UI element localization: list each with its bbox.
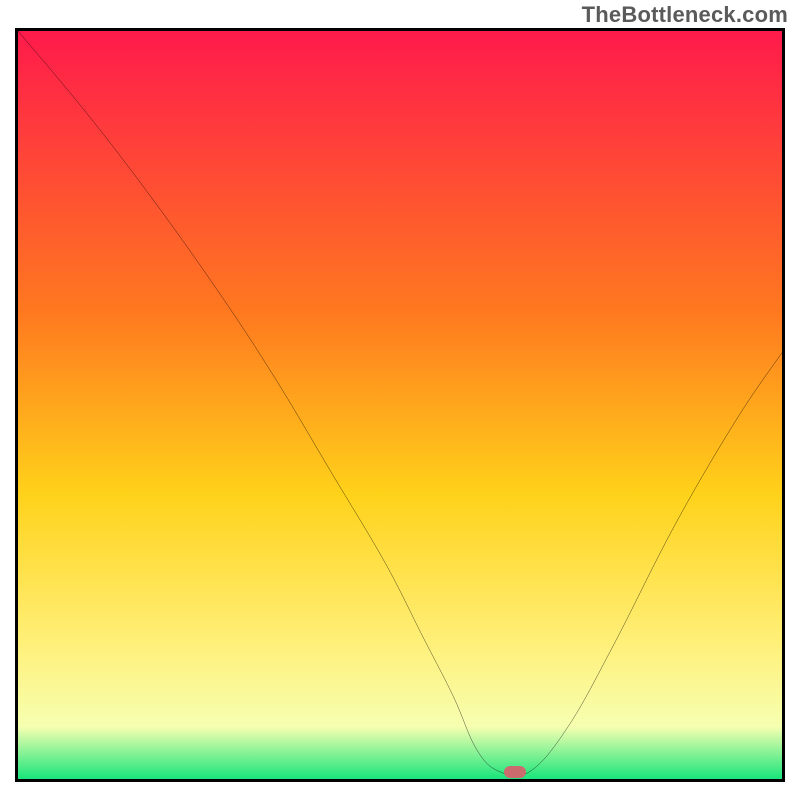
gradient-background	[18, 31, 782, 779]
optimal-point-marker	[504, 766, 526, 778]
watermark-text: TheBottleneck.com	[582, 2, 788, 28]
chart-plot-area	[15, 28, 785, 782]
chart-frame: TheBottleneck.com	[0, 0, 800, 800]
chart-svg	[18, 31, 782, 779]
